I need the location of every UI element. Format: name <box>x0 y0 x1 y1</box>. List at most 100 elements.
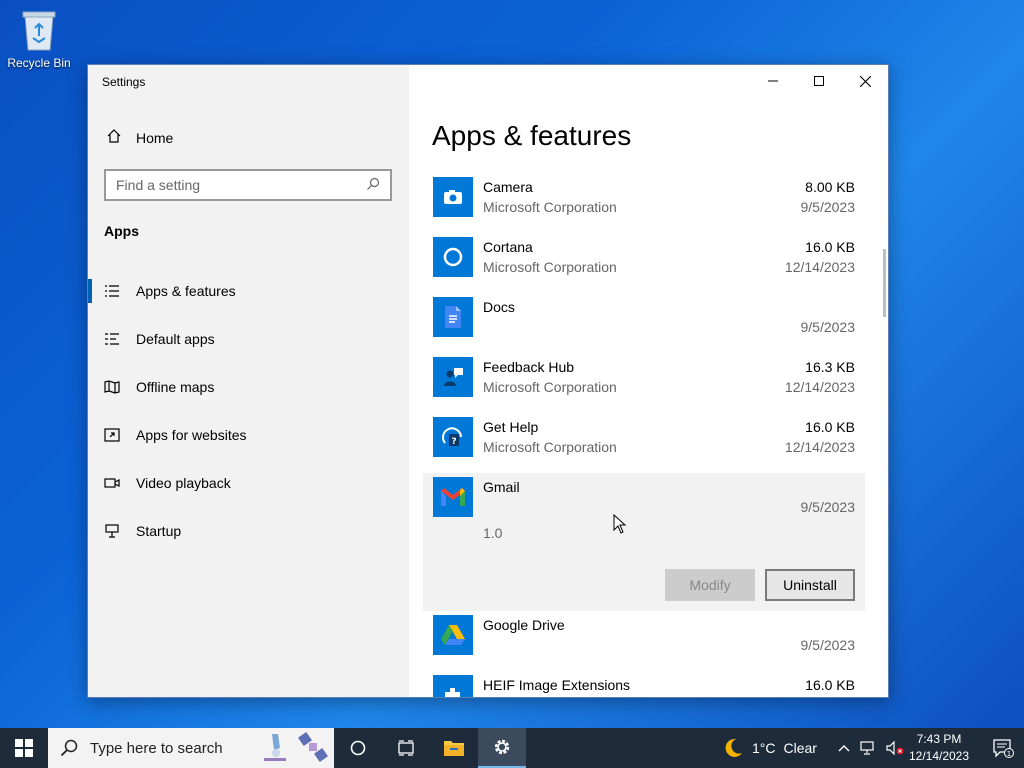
app-date: 12/14/2023 <box>784 259 855 275</box>
recycle-bin-label: Recycle Bin <box>7 56 71 70</box>
link-window-icon <box>104 427 120 443</box>
find-setting-placeholder: Find a setting <box>116 177 201 193</box>
close-button[interactable] <box>842 65 888 97</box>
sidebar-item-label: Apps & features <box>136 283 236 299</box>
scrollbar-thumb[interactable] <box>883 249 886 317</box>
app-row-camera[interactable]: Camera Microsoft Corporation 8.00 KB 9/5… <box>423 173 865 233</box>
app-size: 16.0 KB <box>805 239 855 255</box>
google-drive-icon <box>433 615 473 655</box>
page-title: Apps & features <box>432 120 632 151</box>
svg-text:?: ? <box>451 437 456 447</box>
cortana-circle-icon <box>350 740 366 756</box>
app-date: 12/14/2023 <box>784 439 855 455</box>
app-date: 9/5/2023 <box>800 637 856 653</box>
default-apps-icon <box>104 331 120 347</box>
app-row-cortana[interactable]: Cortana Microsoft Corporation 16.0 KB 12… <box>423 233 865 293</box>
start-button[interactable] <box>0 728 48 768</box>
search-icon <box>366 177 380 194</box>
taskbar-search-box[interactable]: Type here to search <box>48 728 334 768</box>
sidebar-item-label: Default apps <box>136 331 215 347</box>
camera-icon <box>433 177 473 217</box>
app-name: Docs <box>483 299 515 315</box>
app-date: 9/5/2023 <box>800 499 856 515</box>
microscope-icon <box>264 734 286 761</box>
app-size: 8.00 KB <box>805 179 855 195</box>
gear-icon <box>494 739 510 755</box>
clock[interactable]: 7:43 PM 12/14/2023 <box>906 731 972 765</box>
app-name: Camera <box>483 179 533 195</box>
app-row-docs[interactable]: Docs 9/5/2023 <box>423 293 865 353</box>
docs-icon <box>433 297 473 337</box>
app-name: Google Drive <box>483 617 565 633</box>
task-view-icon <box>398 740 414 756</box>
mouse-cursor-icon <box>613 514 627 534</box>
map-icon <box>104 379 120 395</box>
system-tray <box>838 728 904 768</box>
app-name: Get Help <box>483 419 539 435</box>
home-link[interactable]: Home <box>106 128 173 147</box>
task-view-button[interactable] <box>382 728 430 768</box>
startup-icon <box>104 523 120 539</box>
sidebar-item-startup[interactable]: Startup <box>88 507 409 555</box>
sidebar-item-apps-features[interactable]: Apps & features <box>88 267 409 315</box>
weather-description: Clear <box>783 740 817 756</box>
maximize-button[interactable] <box>796 65 842 97</box>
action-center-button[interactable]: 1 <box>982 728 1024 768</box>
file-explorer-button[interactable] <box>430 728 478 768</box>
folder-icon <box>444 741 464 756</box>
app-row-google-drive[interactable]: Google Drive 9/5/2023 <box>423 611 865 671</box>
app-row-gmail[interactable]: Gmail 9/5/2023 1.0 Modify Uninstall <box>423 473 865 611</box>
settings-window: Settings Home Find a setting Apps Apps &… <box>87 64 889 698</box>
search-icon <box>60 739 78 757</box>
app-list: Camera Microsoft Corporation 8.00 KB 9/5… <box>423 173 865 697</box>
satellite-icon <box>298 732 328 762</box>
maximize-icon <box>814 76 824 86</box>
modify-button[interactable]: Modify <box>665 569 755 601</box>
weather-widget[interactable]: 1°C Clear <box>722 728 817 768</box>
sidebar-item-label: Startup <box>136 523 182 539</box>
sidebar-item-offline-maps[interactable]: Offline maps <box>88 363 409 411</box>
app-publisher: Microsoft Corporation <box>483 379 617 395</box>
notification-icon: 1 <box>993 739 1014 758</box>
feedback-hub-icon <box>433 357 473 397</box>
app-name: Feedback Hub <box>483 359 575 375</box>
recycle-bin[interactable]: Recycle Bin <box>4 6 74 76</box>
app-date: 9/5/2023 <box>800 199 856 215</box>
app-row-feedback-hub[interactable]: Feedback Hub Microsoft Corporation 16.3 … <box>423 353 865 413</box>
app-publisher: Microsoft Corporation <box>483 259 617 275</box>
search-highlight-art <box>258 730 330 764</box>
network-icon[interactable] <box>860 741 876 755</box>
app-size: 16.0 KB <box>805 419 855 435</box>
notification-count: 1 <box>1007 750 1011 758</box>
taskbar-search-placeholder: Type here to search <box>90 739 223 757</box>
chevron-up-icon[interactable] <box>838 744 850 752</box>
get-help-icon: ? <box>433 417 473 457</box>
app-name: Gmail <box>483 479 520 495</box>
app-publisher: Microsoft Corporation <box>483 439 617 455</box>
clock-time: 7:43 PM <box>916 732 962 746</box>
minimize-button[interactable] <box>750 65 796 97</box>
volume-muted-icon[interactable] <box>886 741 904 755</box>
sidebar-item-apps-for-websites[interactable]: Apps for websites <box>88 411 409 459</box>
minimize-icon <box>768 80 778 82</box>
sidebar-item-video-playback[interactable]: Video playback <box>88 459 409 507</box>
sidebar-item-default-apps[interactable]: Default apps <box>88 315 409 363</box>
taskbar: Type here to search 1°C Clear 7:43 PM 12… <box>0 728 1024 768</box>
app-row-get-help[interactable]: ? Get Help Microsoft Corporation 16.0 KB… <box>423 413 865 473</box>
windows-logo-icon <box>15 739 33 757</box>
weather-temperature: 1°C <box>752 740 776 756</box>
window-title: Settings <box>102 75 146 89</box>
home-label: Home <box>136 129 174 146</box>
find-setting-input[interactable]: Find a setting <box>104 169 392 201</box>
app-version: 1.0 <box>483 525 503 541</box>
app-date: 9/5/2023 <box>800 319 856 335</box>
app-size: 16.3 KB <box>805 359 855 375</box>
cortana-button[interactable] <box>334 728 382 768</box>
settings-taskbar-button[interactable] <box>478 728 526 768</box>
gmail-icon <box>433 477 473 517</box>
clock-date: 12/14/2023 <box>908 749 970 763</box>
app-row-heif[interactable]: HEIF Image Extensions 16.0 KB <box>423 671 865 697</box>
uninstall-button[interactable]: Uninstall <box>765 569 855 601</box>
video-icon <box>104 475 120 491</box>
window-controls <box>750 65 888 97</box>
